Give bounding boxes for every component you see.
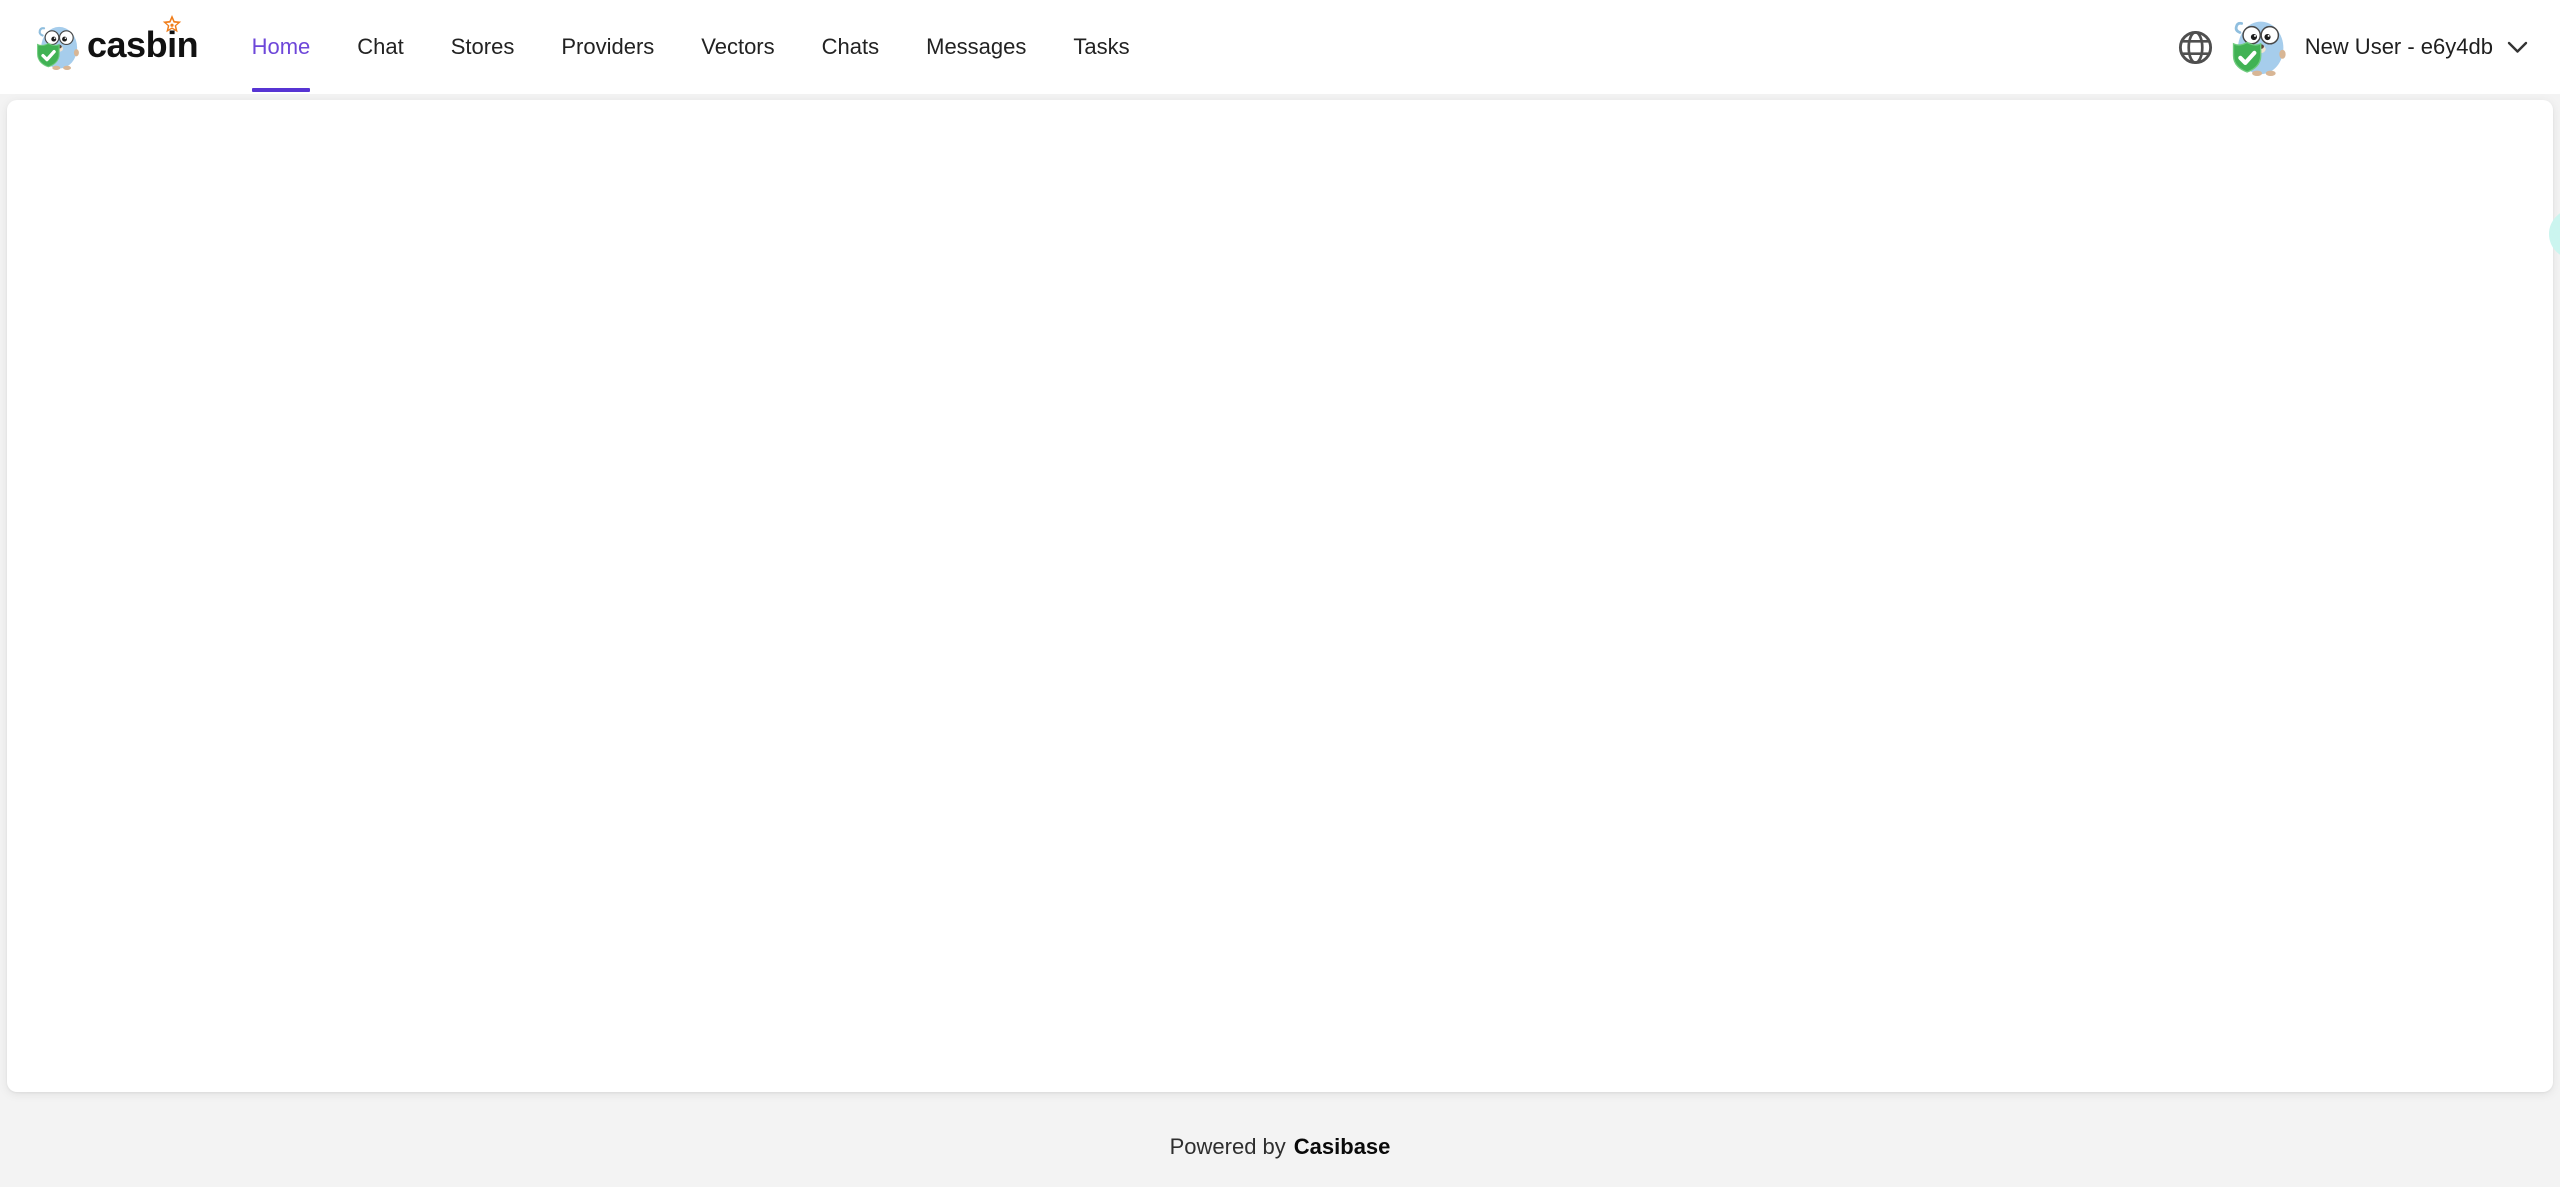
user-name[interactable]: New User - e6y4db	[2305, 34, 2493, 60]
chevron-down-icon	[2507, 41, 2528, 54]
nav-item-chat[interactable]: Chat	[357, 0, 403, 94]
nav-item-providers[interactable]: Providers	[561, 0, 654, 94]
casibase-brand-link[interactable]: Casibase	[1294, 1134, 1391, 1160]
header: casbin Home Chat Stores Providers Vector…	[0, 0, 2560, 94]
star-icon	[161, 14, 183, 36]
nav-item-stores[interactable]: Stores	[451, 0, 515, 94]
casbin-mascot-icon	[34, 22, 80, 72]
content-card	[7, 100, 2553, 1092]
nav-item-home[interactable]: Home	[252, 0, 311, 94]
logo-text: casbin	[87, 27, 198, 63]
language-selector[interactable]	[2177, 29, 2214, 66]
main-nav: Home Chat Stores Providers Vectors Chats…	[228, 0, 1153, 94]
nav-item-vectors[interactable]: Vectors	[701, 0, 774, 94]
footer: Powered by Casibase	[0, 1092, 2560, 1187]
user-menu-toggle[interactable]	[2507, 41, 2528, 54]
user-avatar[interactable]	[2229, 17, 2287, 77]
powered-by-text: Powered by	[1170, 1134, 1286, 1160]
nav-item-tasks[interactable]: Tasks	[1073, 0, 1129, 94]
logo-text-left: casb	[87, 27, 167, 63]
nav-item-chats[interactable]: Chats	[822, 0, 879, 94]
globe-icon	[2177, 29, 2214, 66]
logo[interactable]: casbin	[34, 22, 198, 72]
page: casbin Home Chat Stores Providers Vector…	[0, 0, 2560, 1187]
nav-item-messages[interactable]: Messages	[926, 0, 1026, 94]
header-right: New User - e6y4db	[2177, 17, 2528, 77]
